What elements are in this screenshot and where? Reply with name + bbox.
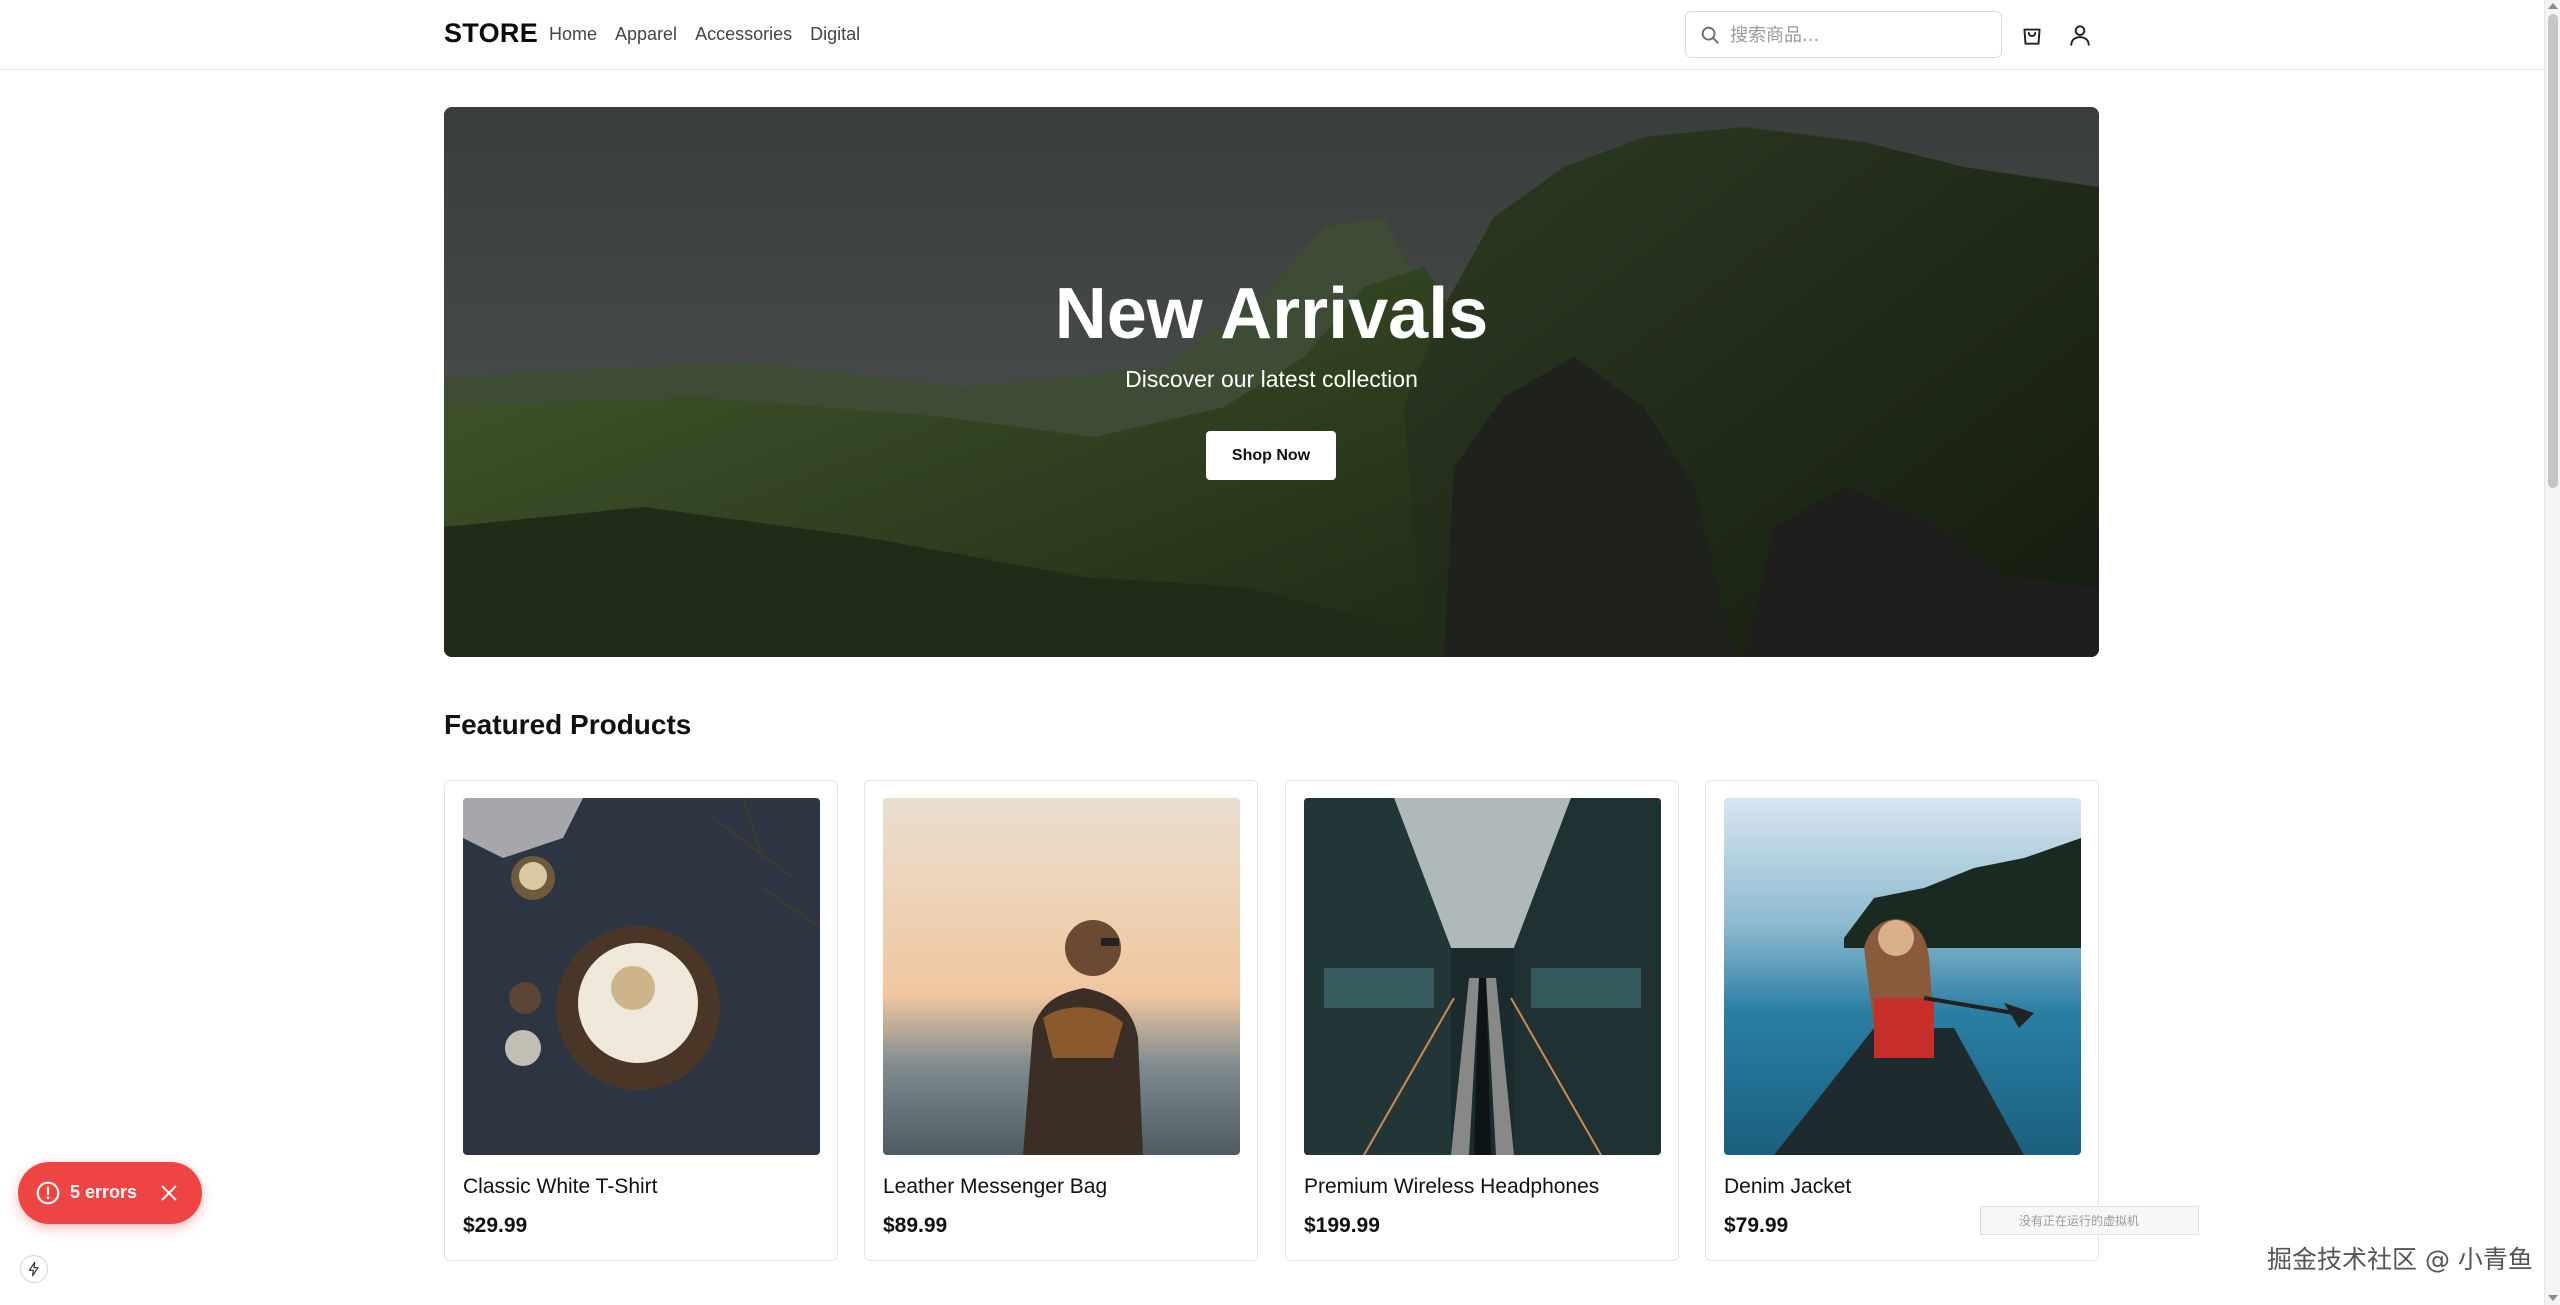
- user-icon: [2070, 25, 2090, 46]
- hero-subtitle: Discover our latest collection: [1125, 366, 1418, 392]
- store-logo[interactable]: STORE: [444, 18, 538, 49]
- shopping-bag-icon: [2023, 28, 2041, 45]
- close-icon[interactable]: [158, 1182, 180, 1204]
- cart-button[interactable]: [2017, 20, 2047, 50]
- dev-tools-button[interactable]: [20, 1255, 48, 1283]
- product-card[interactable]: Premium Wireless Headphones $199.99: [1285, 780, 1679, 1261]
- hero-banner: New Arrivals Discover our latest collect…: [444, 107, 2099, 657]
- scroll-thumb[interactable]: [2548, 14, 2558, 488]
- site-header: STORE Home Apparel Accessories Digital: [0, 0, 2544, 70]
- page: STORE Home Apparel Accessories Digital 搜…: [0, 0, 2560, 1305]
- scroll-down-arrow-icon[interactable]: [2548, 1295, 2558, 1301]
- product-card[interactable]: Leather Messenger Bag $89.99: [864, 780, 1258, 1261]
- product-name: Classic White T-Shirt: [463, 1175, 658, 1198]
- product-price: $29.99: [463, 1214, 528, 1237]
- hero-title: New Arrivals: [1054, 274, 1489, 354]
- product-card[interactable]: Classic White T-Shirt $29.99: [444, 780, 838, 1261]
- nav-link-accessories[interactable]: Accessories: [695, 24, 792, 45]
- errors-count-label: 5 errors: [70, 1182, 138, 1202]
- search-icon: [1701, 26, 1719, 44]
- errors-toast[interactable]: 5 errors: [18, 1162, 202, 1224]
- product-name: Denim Jacket: [1724, 1175, 1852, 1198]
- main-nav: Home Apparel Accessories Digital: [549, 24, 860, 45]
- product-image: [463, 798, 820, 1155]
- product-image: [1724, 798, 2081, 1155]
- search-input[interactable]: [1730, 20, 1990, 50]
- product-image: [883, 798, 1240, 1155]
- account-button[interactable]: [2065, 20, 2095, 50]
- product-price: $89.99: [883, 1214, 948, 1237]
- product-image: [1304, 798, 1661, 1155]
- product-price: $199.99: [1304, 1214, 1380, 1237]
- nav-link-home[interactable]: Home: [549, 24, 597, 45]
- nav-link-apparel[interactable]: Apparel: [615, 24, 677, 45]
- product-name: Premium Wireless Headphones: [1304, 1175, 1600, 1198]
- product-card[interactable]: Denim Jacket $79.99: [1705, 780, 2099, 1261]
- product-price: $79.99: [1724, 1214, 1789, 1237]
- product-name: Leather Messenger Bag: [883, 1175, 1108, 1198]
- lightning-icon: [28, 1261, 39, 1277]
- scroll-up-arrow-icon[interactable]: [2548, 3, 2558, 9]
- watermark: 掘金技术社区 @ 小青鱼: [2267, 1245, 2533, 1274]
- featured-products-heading: Featured Products: [444, 709, 692, 740]
- shop-now-button[interactable]: Shop Now: [1206, 431, 1336, 480]
- vm-status-tooltip: 没有正在运行的虚拟机: [1980, 1206, 2199, 1235]
- page-scrollbar[interactable]: [2544, 0, 2560, 1305]
- alert-circle-icon: [36, 1181, 60, 1205]
- nav-link-digital[interactable]: Digital: [810, 24, 860, 45]
- search-box: [1685, 11, 2002, 58]
